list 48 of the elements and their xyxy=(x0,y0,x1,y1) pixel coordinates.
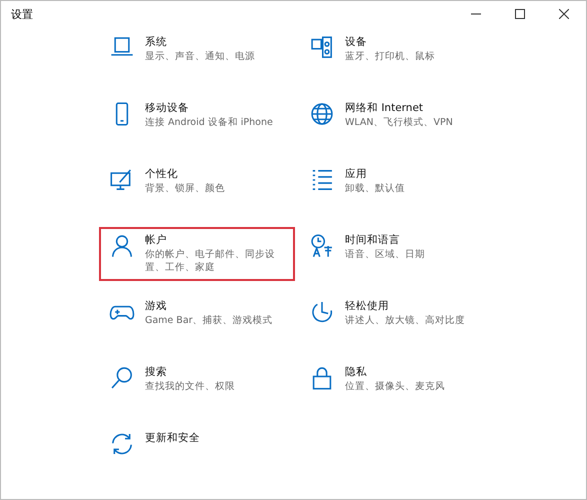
settings-category[interactable]: 搜索 查找我的文件、权限 xyxy=(99,359,295,413)
settings-category[interactable]: 帐户 你的帐户、电子邮件、同步设置、工作、家庭 xyxy=(99,227,295,281)
person-icon xyxy=(109,233,135,259)
settings-category[interactable]: 游戏 Game Bar、捕获、游戏模式 xyxy=(99,293,295,347)
category-title: 游戏 xyxy=(145,299,168,313)
category-description: 连接 Android 设备和 iPhone xyxy=(145,117,273,130)
category-description: WLAN、飞行模式、VPN xyxy=(345,117,453,130)
category-title: 设备 xyxy=(345,35,368,49)
category-title: 时间和语言 xyxy=(345,233,401,247)
category-title: 网络和 Internet xyxy=(345,101,424,115)
settings-category[interactable]: 设备 蓝牙、打印机、鼠标 xyxy=(299,29,495,83)
settings-category[interactable]: 隐私 位置、摄像头、麦克风 xyxy=(299,359,495,413)
settings-category[interactable]: 时间和语言 语音、区域、日期 xyxy=(299,227,495,281)
category-title: 轻松使用 xyxy=(345,299,390,313)
category-description: 显示、声音、通知、电源 xyxy=(145,51,255,64)
keyboard-speaker-icon xyxy=(309,35,335,61)
settings-category[interactable]: 移动设备 连接 Android 设备和 iPhone xyxy=(99,95,295,149)
category-description: 蓝牙、打印机、鼠标 xyxy=(345,51,435,64)
settings-category[interactable]: 个性化 背景、锁屏、颜色 xyxy=(99,161,295,215)
category-description: Game Bar、捕获、游戏模式 xyxy=(145,315,273,328)
category-title: 移动设备 xyxy=(145,101,190,115)
settings-category[interactable]: 网络和 Internet WLAN、飞行模式、VPN xyxy=(299,95,495,149)
category-title: 隐私 xyxy=(345,365,368,379)
dial-icon xyxy=(309,299,335,325)
category-description: 位置、摄像头、麦克风 xyxy=(345,381,445,394)
settings-category[interactable]: 轻松使用 讲述人、放大镜、高对比度 xyxy=(299,293,495,347)
category-description: 语音、区域、日期 xyxy=(345,249,425,262)
category-title: 个性化 xyxy=(145,167,179,181)
search-icon xyxy=(109,365,135,391)
category-title: 帐户 xyxy=(145,233,168,247)
category-title: 更新和安全 xyxy=(145,431,200,445)
settings-category[interactable]: 更新和安全 xyxy=(99,425,295,479)
settings-category[interactable]: 应用 卸载、默认值 xyxy=(299,161,495,215)
maximize-icon xyxy=(515,9,525,19)
clock-letters-icon xyxy=(309,233,335,259)
globe-icon xyxy=(309,101,335,127)
category-description: 查找我的文件、权限 xyxy=(145,381,235,394)
category-title: 应用 xyxy=(345,167,368,181)
close-icon xyxy=(559,9,569,19)
category-description: 讲述人、放大镜、高对比度 xyxy=(345,315,465,328)
window-title: 设置 xyxy=(11,6,34,22)
category-title: 系统 xyxy=(145,35,168,49)
sync-arrows-icon xyxy=(109,431,135,457)
category-title: 搜索 xyxy=(145,365,168,379)
category-description: 背景、锁屏、颜色 xyxy=(145,183,225,196)
category-description: 卸载、默认值 xyxy=(345,183,405,196)
category-description: 你的帐户、电子邮件、同步设置、工作、家庭 xyxy=(145,249,276,275)
settings-category[interactable]: 系统 显示、声音、通知、电源 xyxy=(99,29,295,83)
